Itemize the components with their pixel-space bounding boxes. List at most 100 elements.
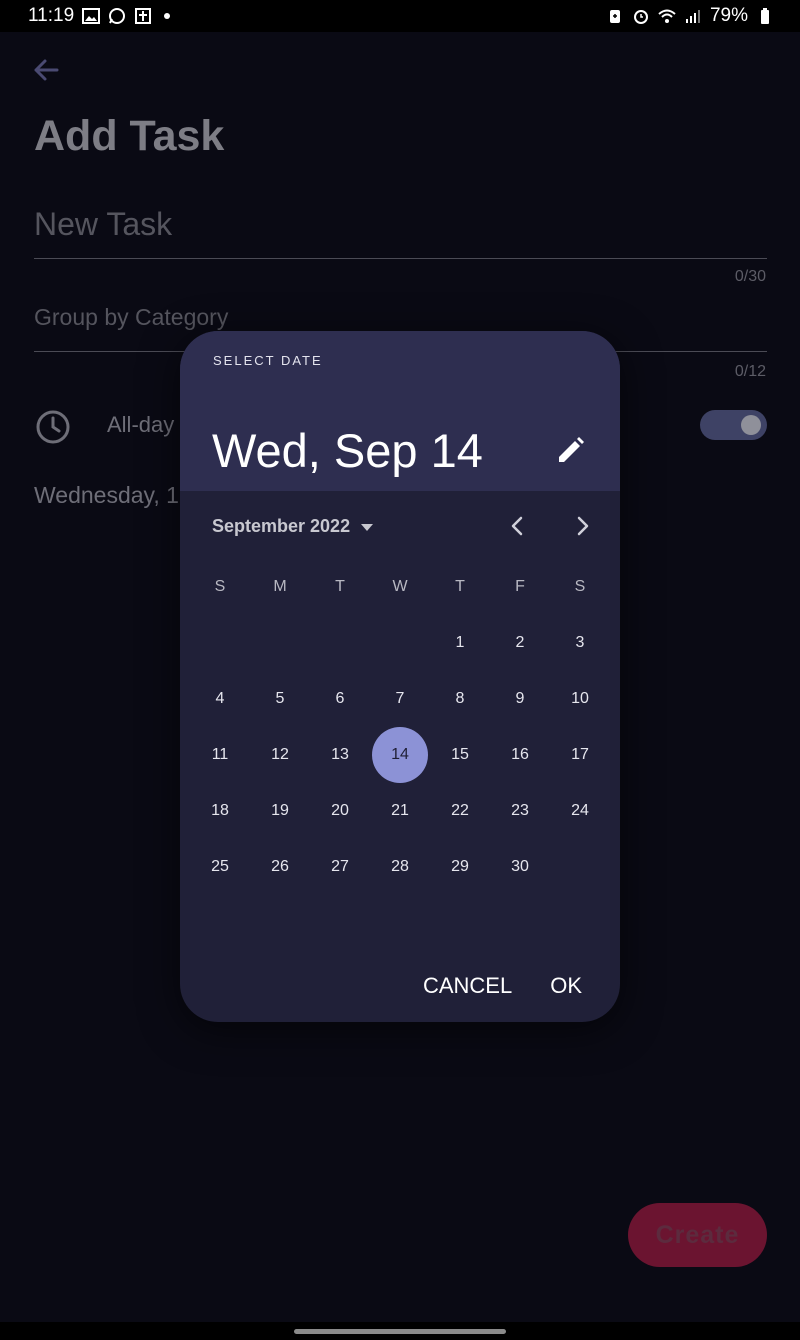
calendar-day[interactable]: 29: [430, 839, 490, 895]
weekday-tue: T: [335, 578, 345, 595]
calendar-day-number: 9: [515, 690, 525, 707]
clock-icon: [36, 410, 70, 444]
gallery-notification-icon: [82, 8, 101, 24]
calendar-day-number: 14: [372, 727, 428, 783]
calendar-day[interactable]: 1: [430, 615, 490, 671]
calendar-day-number: 18: [211, 802, 229, 819]
calendar-day-number: 28: [391, 858, 409, 875]
dialog-header: SELECT DATE Wed, Sep 14: [180, 331, 620, 491]
selected-date-title: Wed, Sep 14: [212, 424, 483, 477]
calendar-day[interactable]: 28: [370, 839, 430, 895]
battery-icon: [761, 8, 769, 24]
calendar-day-number: 2: [515, 634, 525, 651]
calendar-day[interactable]: 18: [190, 783, 250, 839]
calendar-day[interactable]: 6: [310, 671, 370, 727]
calendar-day[interactable]: 21: [370, 783, 430, 839]
calendar-day[interactable]: 25: [190, 839, 250, 895]
new-task-input[interactable]: New Task: [34, 204, 767, 259]
calendar-blank-cell: [190, 615, 250, 671]
calendar-day[interactable]: 26: [250, 839, 310, 895]
calendar-day[interactable]: 22: [430, 783, 490, 839]
task-char-counter: 0/30: [734, 268, 766, 285]
alarm-icon: [633, 10, 648, 24]
calendar-day-grid: 1 2 3 4 5 6 7 8 9 10 11 12 13 14 15 16 17 18 19 20 21 22 23 24 2…: [190, 615, 610, 895]
dropdown-triangle-icon: [361, 523, 374, 531]
calendar-day[interactable]: 9: [490, 671, 550, 727]
calendar-day-selected[interactable]: 14: [370, 727, 430, 783]
more-notifications-dot: [164, 13, 171, 19]
wifi-icon: [658, 9, 676, 23]
calendar-day[interactable]: 17: [550, 727, 610, 783]
weekday-wed: W: [392, 578, 408, 595]
back-arrow-icon[interactable]: [30, 54, 62, 86]
calendar-day[interactable]: 10: [550, 671, 610, 727]
allday-label: All-day: [107, 412, 175, 437]
calendar-day-number: 12: [271, 746, 289, 763]
system-nav-bar: [0, 1322, 800, 1340]
date-field[interactable]: Wednesday, 1: [34, 482, 179, 509]
calendar-day-number: 16: [511, 746, 529, 763]
whatsapp-notification-icon: [109, 8, 126, 24]
cancel-button[interactable]: CANCEL: [423, 973, 512, 999]
calendar-day-number: 23: [511, 802, 529, 819]
calendar-day[interactable]: 23: [490, 783, 550, 839]
calendar-day-number: 11: [211, 746, 229, 763]
calendar-day-number: 24: [571, 802, 589, 819]
calendar-day[interactable]: 5: [250, 671, 310, 727]
month-year-label: September 2022: [212, 516, 351, 536]
calendar-day[interactable]: 11: [190, 727, 250, 783]
calendar-day[interactable]: 13: [310, 727, 370, 783]
edit-pencil-icon[interactable]: [554, 435, 586, 467]
ok-button[interactable]: OK: [550, 973, 582, 999]
allday-toggle[interactable]: [700, 410, 767, 440]
calendar-day[interactable]: 4: [190, 671, 250, 727]
calendar-day-number: 13: [331, 746, 349, 763]
page-title: Add Task: [34, 112, 225, 160]
calendar-day[interactable]: 8: [430, 671, 490, 727]
calendar-day[interactable]: 27: [310, 839, 370, 895]
calendar-day[interactable]: 12: [250, 727, 310, 783]
status-right: 79%: [606, 5, 774, 27]
month-year-selector[interactable]: September 2022: [212, 516, 374, 537]
calendar-blank-cell: [310, 615, 370, 671]
calendar-day[interactable]: 7: [370, 671, 430, 727]
calendar-day-number: 21: [391, 802, 409, 819]
category-char-counter: 0/12: [734, 363, 766, 380]
calendar-day[interactable]: 20: [310, 783, 370, 839]
select-date-label: SELECT DATE: [213, 353, 323, 368]
status-bar: 11:19 79%: [0, 0, 800, 32]
weekday-fri: F: [515, 578, 525, 595]
calendar-day[interactable]: 16: [490, 727, 550, 783]
calendar-day[interactable]: 19: [250, 783, 310, 839]
next-month-icon[interactable]: [567, 511, 597, 541]
weekday-thu: T: [455, 578, 465, 595]
previous-month-icon[interactable]: [503, 511, 533, 541]
home-gesture-handle[interactable]: [294, 1329, 506, 1334]
create-button[interactable]: Create: [628, 1203, 767, 1267]
calendar-day[interactable]: 3: [550, 615, 610, 671]
calendar-day[interactable]: 15: [430, 727, 490, 783]
calendar-day-number: 30: [511, 858, 529, 875]
calendar-day-number: 6: [335, 690, 345, 707]
calendar-day-number: 29: [451, 858, 469, 875]
calendar-day-number: 27: [331, 858, 349, 875]
weekday-sat: S: [574, 578, 586, 595]
status-left: 11:19: [28, 5, 171, 27]
status-time: 11:19: [28, 5, 75, 26]
calendar-day-number: 25: [211, 858, 229, 875]
calendar-day[interactable]: 30: [490, 839, 550, 895]
weekday-sun: S: [214, 578, 226, 595]
calendar-day-number: 3: [575, 634, 585, 651]
calendar-blank-cell: [250, 615, 310, 671]
calendar-day[interactable]: 2: [490, 615, 550, 671]
date-picker-dialog: SELECT DATE Wed, Sep 14 September 2022 S…: [180, 331, 620, 1022]
calendar-day-number: 1: [455, 634, 465, 651]
calendar-day[interactable]: 24: [550, 783, 610, 839]
toggle-knob: [741, 415, 761, 435]
calendar-day-number: 26: [271, 858, 289, 875]
calendar-day-number: 22: [451, 802, 469, 819]
signal-icon: [685, 10, 700, 23]
calendar-day-number: 10: [571, 690, 589, 707]
weekday-mon: M: [273, 578, 287, 595]
calendar-day-number: 8: [455, 690, 465, 707]
